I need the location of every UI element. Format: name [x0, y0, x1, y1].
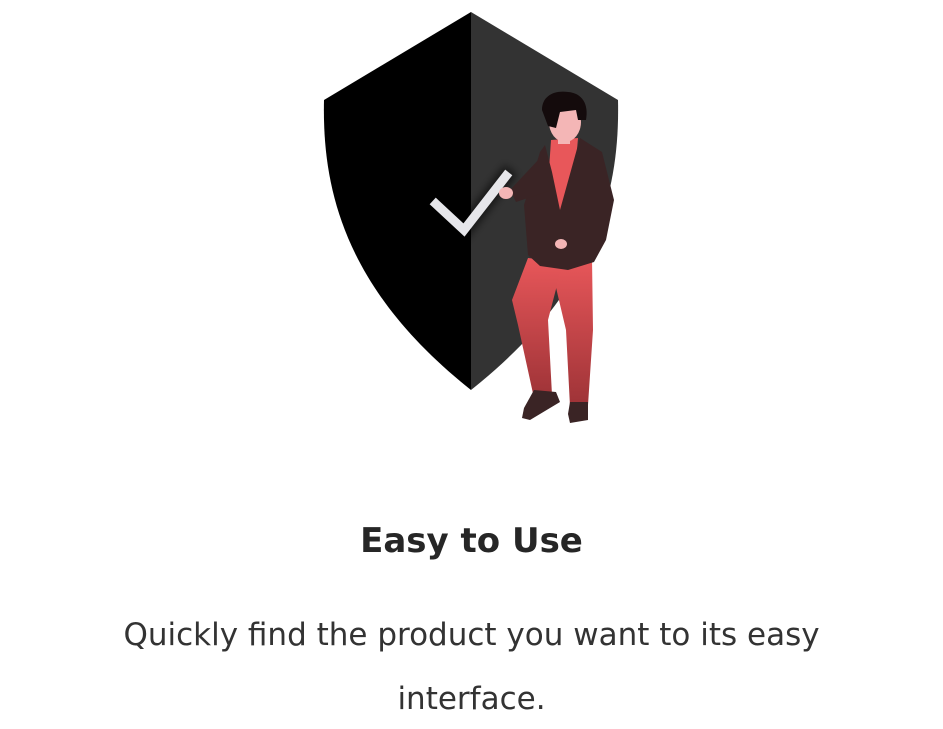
feature-title: Easy to Use	[360, 521, 583, 561]
person-back-shoe	[568, 402, 588, 423]
person-hand	[499, 187, 513, 199]
person-pocket-hand	[555, 239, 567, 249]
feature-card: Easy to Use Quickly find the product you…	[0, 0, 943, 729]
shield-left-half	[323, 12, 471, 390]
person-front-shoe	[522, 390, 560, 420]
feature-description: Quickly find the product you want to its…	[123, 617, 820, 717]
shield-check-person-illustration	[323, 12, 619, 423]
